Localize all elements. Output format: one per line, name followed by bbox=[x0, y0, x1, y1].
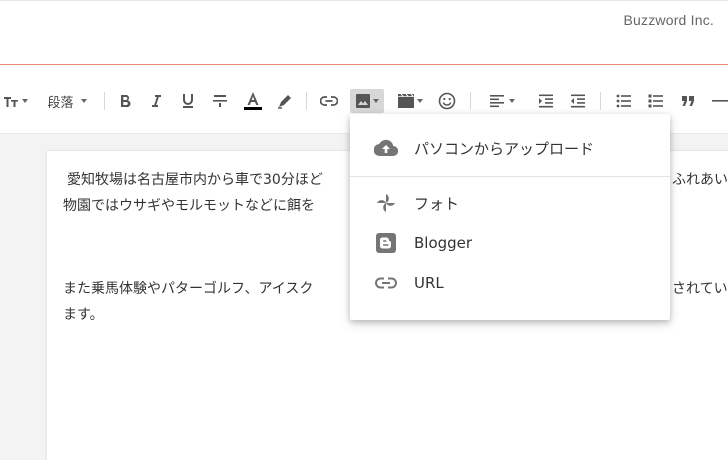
italic-button[interactable] bbox=[145, 89, 167, 113]
italic-icon bbox=[152, 95, 161, 107]
insert-link-button[interactable] bbox=[318, 89, 340, 113]
highlighter-icon bbox=[278, 95, 291, 109]
menu-item-photos[interactable]: フォト bbox=[350, 183, 670, 223]
document-text-line[interactable]: ふれあい bbox=[672, 167, 728, 193]
bulleted-list-icon bbox=[616, 94, 631, 108]
menu-item-url[interactable]: URL bbox=[350, 263, 670, 303]
document-text-line[interactable]: また乗馬体験やパターゴルフ、アイスク bbox=[63, 276, 313, 302]
emoji-icon bbox=[438, 92, 456, 110]
insert-image-menu: パソコンからアップロード フォト Blogger URL bbox=[350, 114, 670, 320]
menu-divider bbox=[350, 176, 670, 177]
outdent-icon bbox=[571, 94, 585, 108]
bulleted-list-button[interactable] bbox=[613, 89, 635, 113]
font-size-icon bbox=[3, 97, 18, 107]
menu-item-label: フォト bbox=[414, 194, 460, 213]
numbered-list-icon bbox=[648, 94, 663, 108]
insert-image-button[interactable] bbox=[350, 89, 384, 113]
text-color-swatch bbox=[244, 107, 262, 110]
align-left-icon bbox=[490, 95, 504, 108]
image-icon bbox=[356, 94, 370, 108]
menu-item-label: URL bbox=[414, 274, 444, 292]
document-text-line[interactable]: 物園ではウサギやモルモットなどに餌を bbox=[63, 193, 315, 219]
strikethrough-button[interactable] bbox=[209, 89, 231, 113]
font-size-button[interactable] bbox=[2, 89, 28, 113]
link-icon bbox=[374, 271, 398, 295]
quote-button[interactable] bbox=[677, 89, 699, 113]
link-icon bbox=[320, 96, 338, 106]
strikethrough-icon bbox=[213, 95, 227, 107]
horizontal-rule-button[interactable] bbox=[710, 89, 728, 113]
menu-item-upload-from-computer[interactable]: パソコンからアップロード bbox=[350, 128, 670, 168]
bold-button[interactable] bbox=[114, 89, 136, 113]
brand-name: Buzzword Inc. bbox=[623, 12, 714, 28]
text-color-icon bbox=[244, 92, 262, 110]
menu-item-label: パソコンからアップロード bbox=[414, 139, 595, 158]
insert-emoji-button[interactable] bbox=[436, 89, 458, 113]
numbered-list-button[interactable] bbox=[645, 89, 667, 113]
document-text-line[interactable]: ます。 bbox=[63, 302, 104, 328]
movie-icon bbox=[398, 93, 414, 108]
quote-icon bbox=[682, 96, 694, 106]
highlight-color-button[interactable] bbox=[274, 89, 296, 113]
paragraph-style-select[interactable]: 段落 bbox=[43, 89, 91, 113]
underline-button[interactable] bbox=[177, 89, 199, 113]
blogger-icon bbox=[374, 231, 398, 255]
outdent-button[interactable] bbox=[567, 89, 589, 113]
document-text-line[interactable]: されてい bbox=[672, 276, 728, 302]
underline-icon bbox=[183, 94, 193, 108]
indent-button[interactable] bbox=[535, 89, 557, 113]
horizontal-rule-icon bbox=[712, 100, 728, 102]
text-color-button[interactable] bbox=[242, 89, 264, 113]
app-header: Buzzword Inc. bbox=[0, 0, 728, 65]
alignment-button[interactable] bbox=[485, 89, 519, 113]
paragraph-style-label: 段落 bbox=[47, 95, 74, 111]
menu-item-label: Blogger bbox=[414, 234, 473, 252]
insert-video-button[interactable] bbox=[395, 89, 425, 113]
cloud-upload-icon bbox=[374, 136, 398, 160]
indent-icon bbox=[539, 94, 553, 108]
document-text-line[interactable]: 愛知牧場は名古屋市内から車で30分ほど bbox=[67, 167, 323, 193]
menu-item-blogger[interactable]: Blogger bbox=[350, 223, 670, 263]
google-photos-icon bbox=[374, 191, 398, 215]
bold-icon bbox=[121, 95, 131, 108]
